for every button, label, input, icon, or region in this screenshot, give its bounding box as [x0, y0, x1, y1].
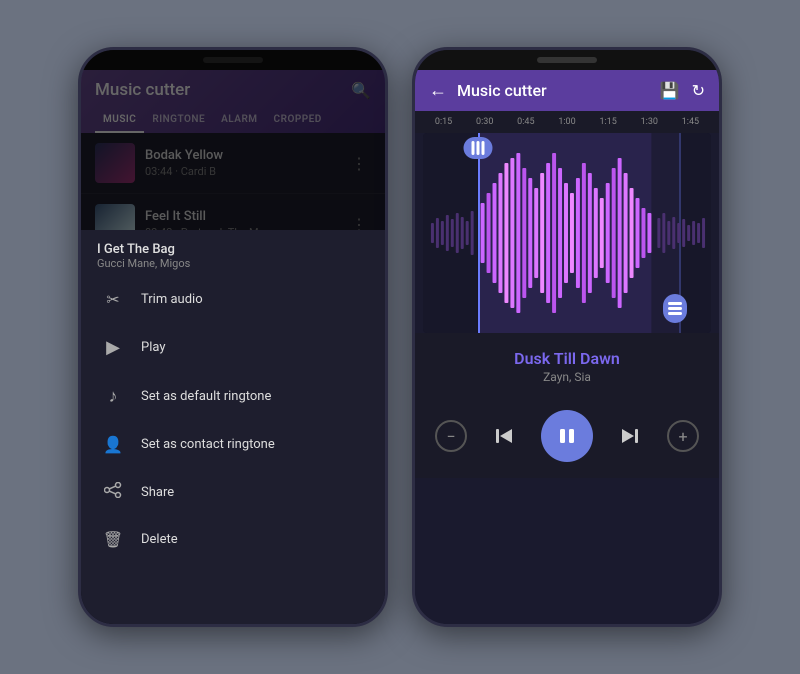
share-icon	[99, 482, 127, 502]
back-arrow-icon[interactable]: ←	[429, 80, 447, 101]
ringtone-icon: ♪	[99, 386, 127, 407]
skip-forward-button[interactable]	[612, 418, 648, 454]
timeline-4: 1:15	[599, 117, 616, 127]
contact-icon: 👤	[99, 435, 127, 454]
player-controls: −	[415, 400, 719, 478]
context-item-contact-ringtone[interactable]: 👤 Set as contact ringtone	[81, 421, 385, 468]
context-item-play[interactable]: ▶ Play	[81, 323, 385, 372]
context-song-name: I Get The Bag	[97, 242, 369, 257]
timeline-1: 0:30	[476, 117, 493, 127]
save-icon[interactable]: 💾	[660, 81, 680, 100]
play-label: Play	[141, 340, 166, 355]
header-icons: 💾 ↻	[660, 81, 705, 100]
minus-button[interactable]: −	[435, 420, 467, 452]
default-ringtone-label: Set as default ringtone	[141, 389, 271, 404]
speaker-right	[537, 57, 597, 63]
now-playing-info: Dusk Till Dawn Zayn, Sia	[415, 333, 719, 400]
refresh-icon[interactable]: ↻	[692, 81, 705, 100]
right-header: ← Music cutter 💾 ↻	[415, 70, 719, 111]
delete-label: Delete	[141, 532, 178, 547]
right-handle[interactable]	[663, 294, 687, 323]
play-icon: ▶	[99, 337, 127, 358]
context-item-trim[interactable]: ✂ Trim audio	[81, 276, 385, 323]
phone-top-right	[415, 50, 719, 70]
minus-icon: −	[446, 427, 455, 446]
play-pause-button[interactable]	[541, 410, 593, 462]
timeline-2: 0:45	[517, 117, 534, 127]
left-phone: Music cutter 🔍 MUSIC RINGTONE ALARM CROP…	[78, 47, 388, 627]
playing-artist: Zayn, Sia	[431, 370, 703, 384]
context-menu: ✂ Trim audio ▶ Play ♪ Set as default rin…	[81, 276, 385, 624]
timeline: 0:15 0:30 0:45 1:00 1:15 1:30 1:45	[415, 111, 719, 133]
context-item-default-ringtone[interactable]: ♪ Set as default ringtone	[81, 372, 385, 421]
plus-button[interactable]: +	[667, 420, 699, 452]
playing-title: Dusk Till Dawn	[431, 349, 703, 368]
timeline-0: 0:15	[435, 117, 452, 127]
right-screen: ← Music cutter 💾 ↻ 0:15 0:30 0:45 1:00 1…	[415, 70, 719, 627]
timeline-6: 1:45	[682, 117, 699, 127]
trim-label: Trim audio	[141, 292, 203, 307]
right-phone: ← Music cutter 💾 ↻ 0:15 0:30 0:45 1:00 1…	[412, 47, 722, 627]
share-label: Share	[141, 485, 174, 500]
plus-icon: +	[678, 427, 687, 446]
context-item-share[interactable]: Share	[81, 468, 385, 516]
scissors-icon: ✂	[99, 290, 127, 309]
contact-ringtone-label: Set as contact ringtone	[141, 437, 275, 452]
delete-icon: 🗑	[99, 530, 127, 549]
timeline-3: 1:00	[558, 117, 575, 127]
skip-back-button[interactable]	[486, 418, 522, 454]
timeline-5: 1:30	[641, 117, 658, 127]
waveform-area[interactable]	[423, 133, 711, 333]
context-song-meta: Gucci Mane, Migos	[97, 257, 369, 270]
left-handle[interactable]	[464, 137, 493, 159]
context-item-delete[interactable]: 🗑 Delete	[81, 516, 385, 563]
right-app-title: Music cutter	[457, 81, 650, 100]
